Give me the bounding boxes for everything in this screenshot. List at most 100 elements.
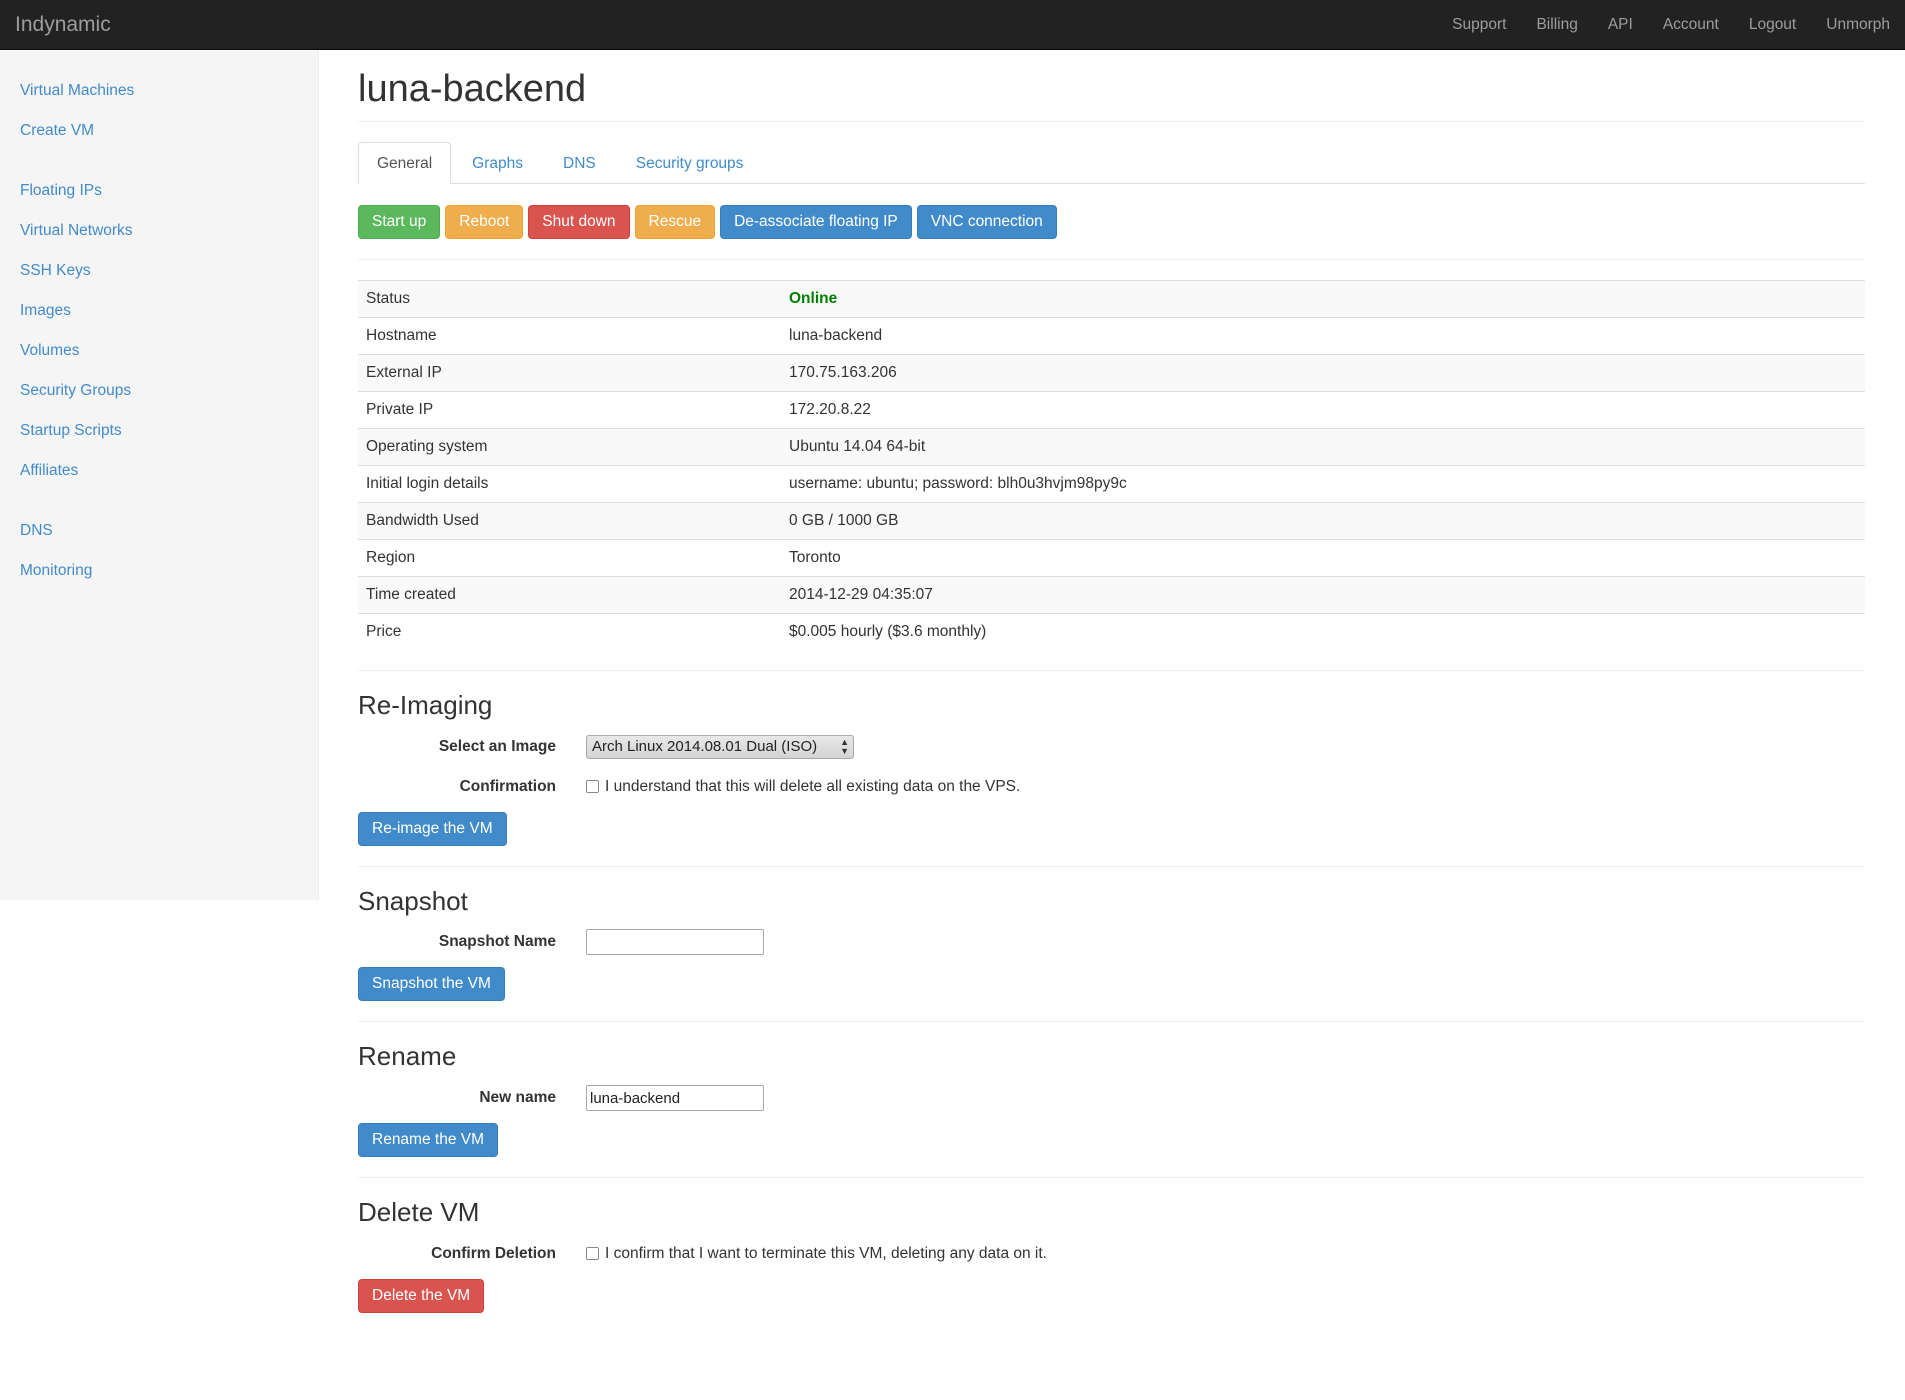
divider (358, 670, 1865, 672)
delete-heading: Delete VM (358, 1197, 480, 1228)
info-value: 2014-12-29 04:35:07 (781, 575, 1865, 614)
vm-action-buttons: Start up Reboot Shut down Rescue De-asso… (358, 204, 1865, 239)
vm-info-table: Status Online Hostname luna-backend Exte… (358, 279, 1865, 651)
rescue-button[interactable]: Rescue (634, 204, 716, 239)
info-value: 0 GB / 1000 GB (781, 501, 1865, 540)
divider (358, 865, 1865, 867)
delete-vm-button[interactable]: Delete the VM (358, 1278, 485, 1313)
start-up-button[interactable]: Start up (358, 204, 441, 239)
confirmation-label: Confirmation (459, 777, 556, 795)
snapshot-name-input[interactable] (586, 929, 764, 956)
info-key: Region (358, 538, 781, 577)
info-key: Price (358, 612, 781, 651)
delete-submit-row: Delete the VM (358, 1278, 1865, 1313)
rename-button[interactable]: Rename the VM (358, 1123, 498, 1158)
info-value: luna-backend (781, 316, 1865, 355)
reboot-button[interactable]: Reboot (445, 204, 524, 239)
tab-dns[interactable]: DNS (544, 142, 615, 184)
shut-down-button[interactable]: Shut down (528, 204, 630, 239)
reimage-heading: Re-Imaging (358, 690, 493, 721)
info-key: External IP (358, 353, 781, 392)
sidebar-item-images[interactable]: Images (0, 291, 318, 331)
info-value: $0.005 hourly ($3.6 monthly) (781, 612, 1865, 651)
info-value: Ubuntu 14.04 64-bit (781, 427, 1865, 466)
tab-general[interactable]: General (358, 141, 452, 185)
info-value: username: ubuntu; password: blh0u3hvjm98… (781, 464, 1865, 503)
info-key: Time created (358, 575, 781, 614)
sidebar-item-virtual-machines[interactable]: Virtual Machines (0, 71, 318, 111)
info-key: Bandwidth Used (358, 501, 781, 540)
sidebar-divider (0, 491, 318, 511)
page-title: luna-backend (358, 68, 1865, 122)
nav-unmorph-link[interactable]: Unmorph (1811, 0, 1905, 50)
table-row: Initial login details username: ubuntu; … (358, 464, 1865, 503)
reimage-confirm-row: Confirmation I understand that this will… (358, 770, 1865, 804)
info-value: 170.75.163.206 (781, 353, 1865, 392)
snapshot-name-row: Snapshot Name (358, 925, 1865, 959)
divider (358, 1021, 1865, 1023)
top-navbar: Indynamic Support Billing API Account Lo… (0, 0, 1905, 50)
snapshot-button[interactable]: Snapshot the VM (358, 967, 505, 1002)
reimage-select-row: Select an Image Arch Linux 2014.08.01 Du… (358, 730, 1865, 764)
divider (358, 258, 1865, 260)
tab-graphs[interactable]: Graphs (453, 142, 542, 184)
table-row: Hostname luna-backend (358, 316, 1865, 355)
snapshot-submit-row: Snapshot the VM (358, 967, 1865, 1002)
sidebar-item-virtual-networks[interactable]: Virtual Networks (0, 211, 318, 251)
snapshot-section: Snapshot Snapshot Name Snapshot the VM (358, 887, 1865, 1002)
delete-confirm-text: I confirm that I want to terminate this … (605, 1244, 1047, 1262)
rename-row: New name (358, 1081, 1865, 1115)
new-name-input[interactable] (586, 1085, 764, 1112)
vnc-connection-button[interactable]: VNC connection (916, 204, 1057, 239)
delete-section: Delete VM Confirm Deletion I confirm tha… (358, 1198, 1865, 1313)
sidebar-item-security-groups[interactable]: Security Groups (0, 371, 318, 411)
sidebar-item-dns[interactable]: DNS (0, 511, 318, 551)
sidebar-item-startup-scripts[interactable]: Startup Scripts (0, 411, 318, 451)
sidebar-item-ssh-keys[interactable]: SSH Keys (0, 251, 318, 291)
sidebar-item-affiliates[interactable]: Affiliates (0, 451, 318, 491)
table-row: Price $0.005 hourly ($3.6 monthly) (358, 612, 1865, 651)
nav-support-link[interactable]: Support (1437, 0, 1521, 50)
tab-security-groups[interactable]: Security groups (617, 142, 763, 184)
info-key: Status (358, 279, 781, 318)
delete-confirm-row: Confirm Deletion I confirm that I want t… (358, 1237, 1865, 1271)
nav-account-link[interactable]: Account (1648, 0, 1734, 50)
reimage-confirm-text: I understand that this will delete all e… (605, 777, 1021, 795)
sidebar-nav: Virtual Machines Create VM Floating IPs … (0, 51, 318, 591)
brand-link[interactable]: Indynamic (15, 0, 111, 50)
nav-logout-link[interactable]: Logout (1734, 0, 1811, 50)
sidebar-item-monitoring[interactable]: Monitoring (0, 551, 318, 591)
sidebar-item-create-vm[interactable]: Create VM (0, 111, 318, 151)
status-value: Online (781, 279, 1865, 318)
info-key: Operating system (358, 427, 781, 466)
confirm-deletion-label: Confirm Deletion (431, 1244, 556, 1262)
deassociate-floating-ip-button[interactable]: De-associate floating IP (720, 204, 912, 239)
nav-api-link[interactable]: API (1593, 0, 1648, 50)
sidebar-item-volumes[interactable]: Volumes (0, 331, 318, 371)
table-row: Bandwidth Used 0 GB / 1000 GB (358, 501, 1865, 540)
reimage-button[interactable]: Re-image the VM (358, 811, 507, 846)
select-image-label: Select an Image (438, 737, 556, 755)
delete-confirm-checkbox[interactable] (586, 1247, 599, 1261)
vm-tabs: General Graphs DNS Security groups (358, 141, 1865, 185)
image-select[interactable]: Arch Linux 2014.08.01 Dual (ISO) ▲ ▼ (586, 734, 854, 759)
info-value: Toronto (781, 538, 1865, 577)
info-value: 172.20.8.22 (781, 390, 1865, 429)
table-row: Status Online (358, 279, 1865, 318)
rename-heading: Rename (358, 1041, 457, 1072)
table-row: Time created 2014-12-29 04:35:07 (358, 575, 1865, 614)
rename-submit-row: Rename the VM (358, 1123, 1865, 1158)
sidebar-item-floating-ips[interactable]: Floating IPs (0, 171, 318, 211)
table-row: Region Toronto (358, 538, 1865, 577)
new-name-label: New name (479, 1089, 556, 1107)
reimage-confirm-checkbox[interactable] (586, 780, 599, 794)
nav-billing-link[interactable]: Billing (1521, 0, 1592, 50)
sidebar-divider (0, 151, 318, 171)
sidebar: Virtual Machines Create VM Floating IPs … (0, 51, 319, 900)
table-row: Operating system Ubuntu 14.04 64-bit (358, 427, 1865, 466)
table-row: External IP 170.75.163.206 (358, 353, 1865, 392)
main-content: luna-backend General Graphs DNS Security… (358, 51, 1865, 1333)
rename-section: Rename New name Rename the VM (358, 1041, 1865, 1158)
snapshot-heading: Snapshot (358, 885, 468, 916)
delete-confirm-wrap: I confirm that I want to terminate this … (586, 1245, 1047, 1263)
